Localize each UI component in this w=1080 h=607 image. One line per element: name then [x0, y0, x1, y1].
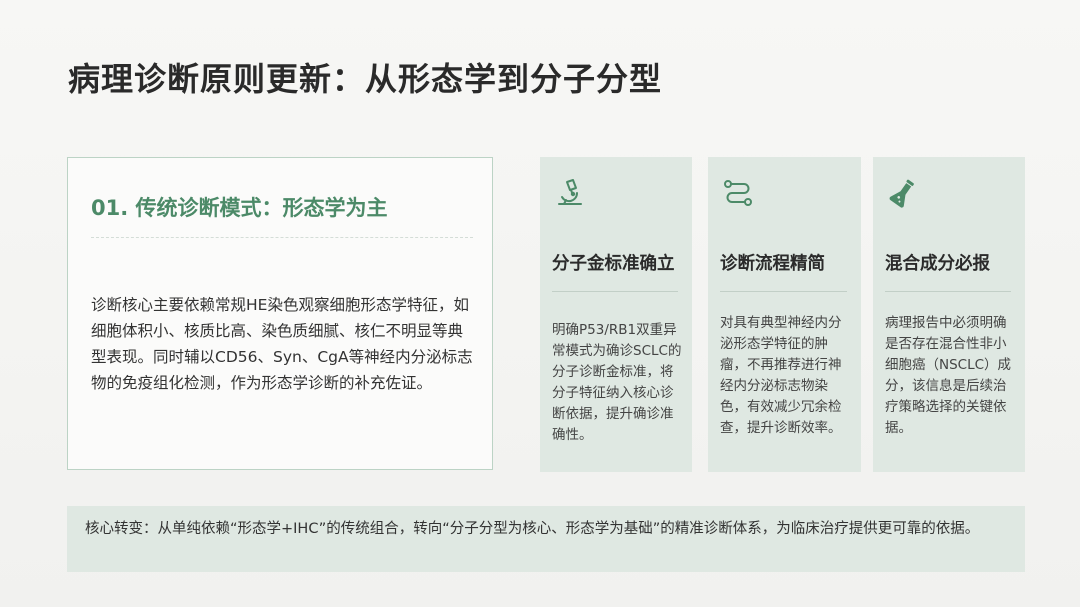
feature-title: 混合成分必报 — [885, 254, 990, 274]
feature-text: 病理报告中必须明确是否存在混合性非小细胞癌（NSCLC）成分，该信息是后续治疗策… — [885, 315, 1012, 436]
feature-card-process-simplified: 诊断流程精简 对具有典型神经内分泌形态学特征的肿瘤，不再推荐进行神经内分泌标志物… — [708, 157, 861, 472]
card-body: 诊断核心主要依赖常规HE染色观察细胞形态学特征，如细胞体积小、核质比高、染色质细… — [91, 296, 473, 392]
microscope-icon — [558, 179, 582, 205]
route-icon — [724, 180, 752, 206]
feature-title: 诊断流程精简 — [720, 254, 825, 274]
core-shift-banner: 核心转变：从单纯依赖“形态学+IHC”的传统组合，转向“分子分型为核心、形态学为… — [67, 506, 1025, 572]
dashed-divider — [91, 237, 473, 238]
page-title: 病理诊断原则更新：从形态学到分子分型 — [68, 60, 663, 98]
slide: 病理诊断原则更新：从形态学到分子分型 01. 传统诊断模式：形态学为主 诊断核心… — [0, 0, 1080, 607]
feature-title: 分子金标准确立 — [552, 254, 675, 274]
feature-card-molecular-standard: 分子金标准确立 明确P53/RB1双重异常模式为确诊SCLC的分子诊断金标准，将… — [540, 157, 692, 472]
traditional-mode-card: 01. 传统诊断模式：形态学为主 诊断核心主要依赖常规HE染色观察细胞形态学特征… — [67, 157, 493, 470]
feature-divider — [885, 291, 1011, 292]
feature-text: 对具有典型神经内分泌形态学特征的肿瘤，不再推荐进行神经内分泌标志物染色，有效减少… — [720, 315, 842, 436]
feature-divider — [552, 291, 678, 292]
flask-icon — [889, 179, 914, 208]
card-heading: 01. 传统诊断模式：形态学为主 — [91, 196, 388, 220]
core-shift-text: 核心转变：从单纯依赖“形态学+IHC”的传统组合，转向“分子分型为核心、形态学为… — [85, 521, 980, 537]
feature-divider — [720, 291, 847, 292]
feature-card-mixed-component: 混合成分必报 病理报告中必须明确是否存在混合性非小细胞癌（NSCLC）成分，该信… — [873, 157, 1025, 472]
feature-text: 明确P53/RB1双重异常模式为确诊SCLC的分子诊断金标准，将分子特征纳入核心… — [552, 322, 682, 443]
